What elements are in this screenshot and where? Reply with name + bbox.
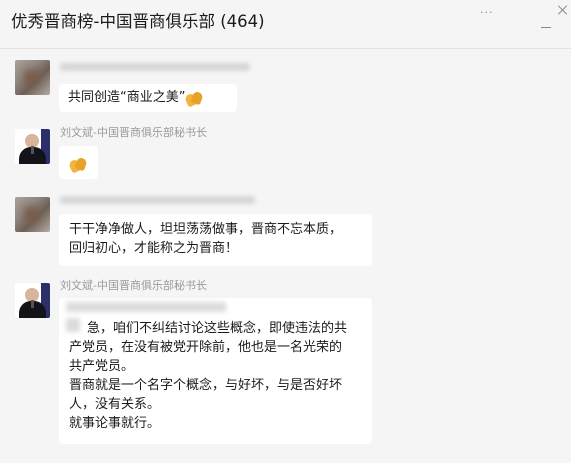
message-text: 共同创造“商业之美” [68,90,186,105]
message-line: 产党员，在没有被党开除前，他也是一名光荣的 [69,340,343,355]
quoted-text-blurred [66,302,226,312]
sender-name: 刘文斌-中国晋商俱乐部秘书长 [60,279,207,292]
message-bubble[interactable] [59,146,98,179]
folded-hands-icon [185,91,203,105]
chat-header: 优秀晋商榜-中国晋商俱乐部 (464) ··· [0,0,571,49]
message-line: 人，没有关系。 [69,397,161,412]
message-line: 急，咱们不纠结讨论这些概念，即使违法的共 [87,321,348,336]
avatar[interactable] [15,197,50,232]
message-bubble[interactable]: 干干净净做人，坦坦荡荡做事，晋商不忘本质， 回归初心，才能称之为晋商！ [59,214,372,266]
message-bubble[interactable]: 共同创造“商业之美” [59,84,237,112]
avatar[interactable] [15,129,50,164]
close-icon[interactable] [557,4,569,16]
message-bubble[interactable]: 急，咱们不纠结讨论这些概念，即使违法的共 产党员，在没有被党开除前，他也是一名光… [59,298,372,444]
sender-name: 刘文斌-中国晋商俱乐部秘书长 [60,126,207,139]
message-line: 共产党员。 [69,359,135,374]
message-line: 就事论事就行。 [69,416,161,431]
minimize-icon[interactable] [541,27,551,28]
avatar[interactable] [15,60,50,95]
folded-hands-icon [69,157,87,171]
avatar[interactable] [15,283,50,318]
message-line: 回归初心，才能称之为晋商！ [69,241,239,256]
sender-name-blurred [60,63,250,71]
message-line: 干干净净做人，坦坦荡荡做事，晋商不忘本质， [69,222,343,237]
chat-title: 优秀晋商榜-中国晋商俱乐部 (464) [11,12,265,31]
message-line: 晋商就是一个名字个概念，与好坏，与是否好坏 [69,378,343,393]
quoted-text-blurred [66,318,80,332]
more-options-icon[interactable]: ··· [480,6,494,19]
sender-name-blurred [60,196,255,204]
